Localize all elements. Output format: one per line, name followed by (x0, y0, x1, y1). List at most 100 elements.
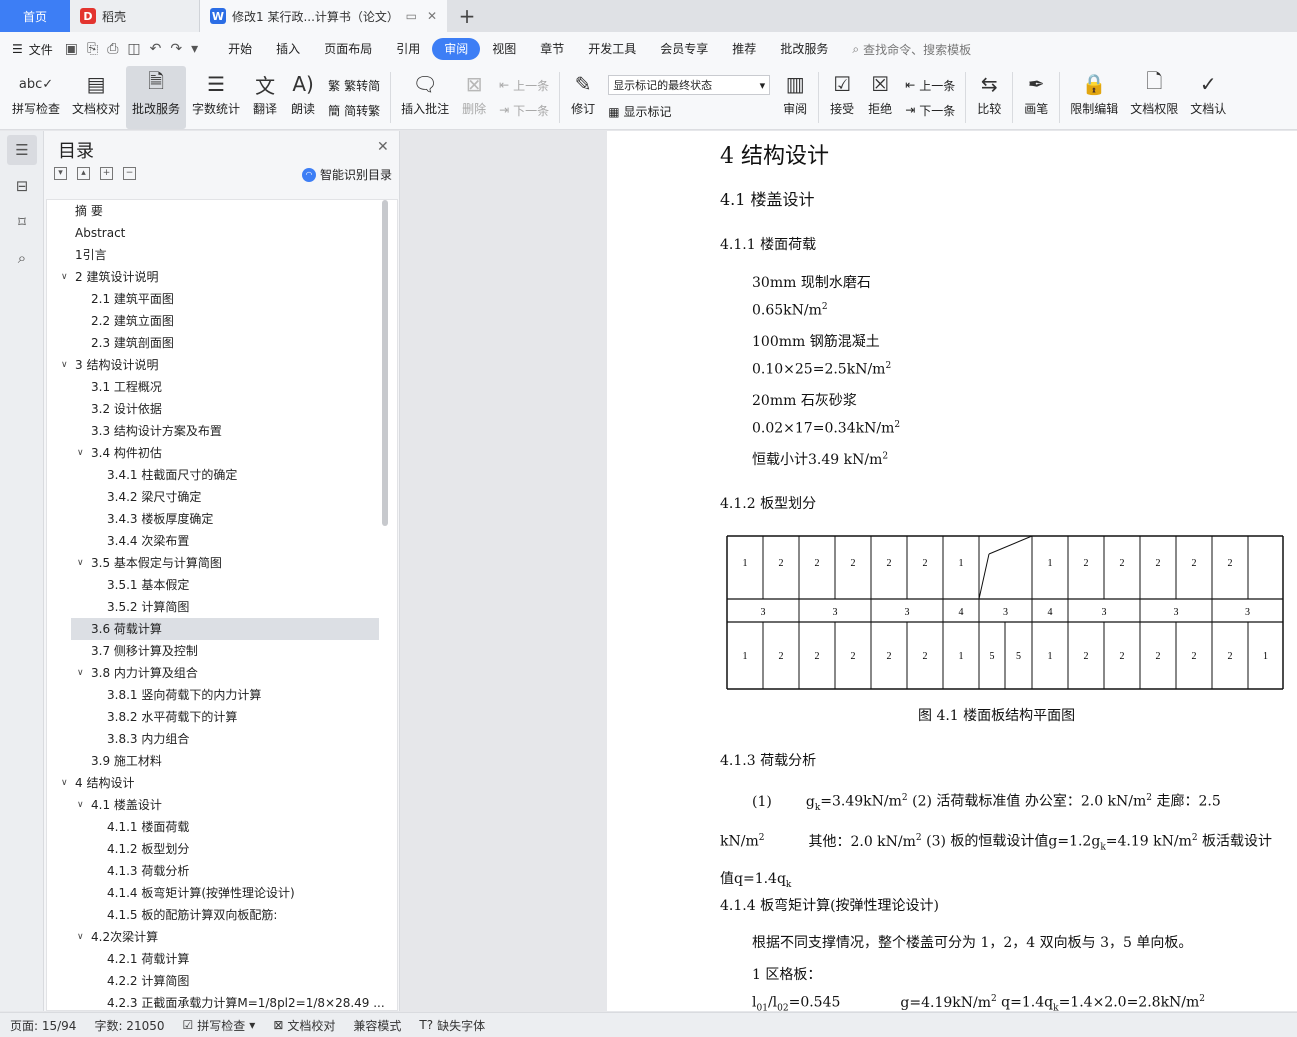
document-page[interactable]: 4 结构设计 4.1 楼盖设计 4.1.1 楼面荷载 30mm 现制水磨石 0.… (607, 131, 1297, 1011)
toc-item[interactable]: 摘 要 (47, 200, 397, 222)
review-pane-button[interactable]: ▥ 审阅 (776, 66, 814, 129)
compat-mode[interactable]: 兼容模式 (353, 1017, 401, 1034)
menu-insert[interactable]: 插入 (264, 38, 312, 60)
status-spell-check[interactable]: ☑ 拼写检查 ▾ (183, 1017, 256, 1034)
new-tab-button[interactable]: + (447, 0, 487, 32)
toc-item[interactable]: 3.7 侧移计算及控制 (47, 640, 397, 662)
trad-to-simp-button[interactable]: 繁繁转简 (328, 77, 380, 94)
menu-review[interactable]: 审阅 (432, 38, 481, 60)
toc-item[interactable]: 3.4.3 楼板厚度确定 (47, 508, 397, 530)
menu-chapter[interactable]: 章节 (528, 38, 576, 60)
menu-member[interactable]: 会员专享 (648, 38, 720, 60)
toc-item[interactable]: ∨ 4 结构设计 (47, 772, 397, 794)
toc-item[interactable]: 3.5.1 基本假定 (47, 574, 397, 596)
collapse-all-icon[interactable]: − (123, 167, 136, 180)
spell-check-button[interactable]: abc✓ 拼写检查 (6, 66, 66, 129)
next-comment-button[interactable]: ⇥ 下一条 (499, 102, 549, 119)
chapter-nav-icon[interactable]: ⊟ (7, 171, 37, 201)
chevron-down-icon[interactable]: ∨ (77, 926, 84, 948)
redo-icon[interactable]: ↷ (170, 41, 182, 57)
delete-comment-button[interactable]: ⊠ 删除 (455, 66, 493, 129)
toc-item[interactable]: 3.8.2 水平荷载下的计算 (47, 706, 397, 728)
menu-reference[interactable]: 引用 (384, 38, 432, 60)
menu-correct-service[interactable]: 批改服务 (768, 38, 840, 60)
toc-item[interactable]: 4.1.4 板弯矩计算(按弹性理论设计) (47, 882, 397, 904)
toc-item[interactable]: ∨ 3.4 构件初估 (47, 442, 397, 464)
markup-state-select[interactable]: 显示标记的最终状态 ▾ (608, 75, 771, 95)
toc-item[interactable]: ∨ 3 结构设计说明 (47, 354, 397, 376)
close-icon[interactable]: ✕ (377, 139, 389, 155)
tab-document[interactable]: W 修改1 某行政...计算书（论文） ▭ ✕ (200, 0, 447, 32)
toc-item[interactable]: 4.2.1 荷载计算 (47, 948, 397, 970)
show-markup-button[interactable]: ▦ 显示标记 (608, 103, 770, 120)
insert-comment-button[interactable]: 🗨 插入批注 (395, 66, 455, 129)
chevron-down-icon[interactable]: ∨ (77, 552, 84, 574)
toc-item[interactable]: 3.3 结构设计方案及布置 (47, 420, 397, 442)
correct-service-button[interactable]: 🗎 批改服务 (126, 66, 187, 129)
doc-permission-button[interactable]: 🗋 文档权限 (1124, 66, 1184, 129)
expand-down-icon[interactable]: ▾ (54, 167, 67, 180)
undo-icon[interactable]: ↶ (150, 41, 162, 57)
chevron-down-icon[interactable]: ∨ (77, 662, 84, 684)
translate-button[interactable]: 文翻译 (246, 66, 284, 129)
ai-toc-button[interactable]: ◠ 智能识别目录 (302, 166, 392, 183)
chevron-down-icon[interactable]: ∨ (61, 772, 68, 794)
toc-item[interactable]: 3.1 工程概况 (47, 376, 397, 398)
chevron-down-icon[interactable]: ∨ (61, 266, 68, 288)
toc-item[interactable]: 3.6 荷载计算 (71, 618, 379, 640)
toc-item[interactable]: ∨ 4.1 楼盖设计 (47, 794, 397, 816)
toc-item[interactable]: 3.8.3 内力组合 (47, 728, 397, 750)
read-aloud-button[interactable]: A) 朗读 (284, 66, 322, 129)
toc-panel-icon[interactable]: ☰ (7, 135, 37, 165)
menu-recommend[interactable]: 推荐 (720, 38, 768, 60)
compare-button[interactable]: ⇆ 比较 (970, 66, 1008, 129)
toc-item[interactable]: 3.9 施工材料 (47, 750, 397, 772)
page-indicator[interactable]: 页面: 15/94 (10, 1017, 76, 1034)
doc-check-button[interactable]: ▤ 文档校对 (66, 66, 126, 129)
toc-item[interactable]: 4.1.1 楼面荷载 (47, 816, 397, 838)
toc-item[interactable]: 3.8.1 竖向荷载下的内力计算 (47, 684, 397, 706)
toc-item[interactable]: 4.1.3 荷载分析 (47, 860, 397, 882)
tab-daoke[interactable]: D 稻壳 (70, 0, 200, 32)
word-count-button[interactable]: ☰ 字数统计 (186, 66, 246, 129)
word-count[interactable]: 字数: 21050 (94, 1017, 164, 1034)
tab-window-icon[interactable]: ▭ (406, 9, 417, 23)
toc-item[interactable]: 4.1.2 板型划分 (47, 838, 397, 860)
revise-button[interactable]: ✎ 修订 (564, 66, 602, 129)
chevron-down-icon[interactable]: ∨ (61, 354, 68, 376)
toc-item[interactable]: 3.5.2 计算简图 (47, 596, 397, 618)
close-tab-icon[interactable]: ✕ (427, 9, 437, 23)
menu-developer[interactable]: 开发工具 (576, 38, 648, 60)
print-preview-icon[interactable]: ◫ (127, 41, 140, 57)
file-menu[interactable]: ☰ 文件 (12, 41, 53, 58)
toc-item[interactable]: 2.2 建筑立面图 (47, 310, 397, 332)
simp-to-trad-button[interactable]: 簡简转繁 (328, 102, 380, 119)
chevron-down-icon[interactable]: ∨ (77, 442, 84, 464)
toc-item[interactable]: ∨ 2 建筑设计说明 (47, 266, 397, 288)
chevron-down-icon[interactable]: ∨ (77, 794, 84, 816)
toc-item[interactable]: ∨ 3.5 基本假定与计算简图 (47, 552, 397, 574)
toc-item[interactable]: 4.1.5 板的配筋计算双向板配筋: (47, 904, 397, 926)
collapse-up-icon[interactable]: ▴ (77, 167, 90, 180)
doc-auth-button[interactable]: ✓ 文档认 (1184, 66, 1232, 129)
tab-home[interactable]: 首页 (0, 0, 70, 32)
toc-item[interactable]: Abstract (47, 222, 397, 244)
next-revision-button[interactable]: ⇥ 下一条 (905, 102, 955, 119)
export-pdf-icon[interactable]: ⎘ (87, 41, 98, 57)
toc-item[interactable]: ∨ 3.8 内力计算及组合 (47, 662, 397, 684)
menu-view[interactable]: 视图 (480, 38, 528, 60)
status-doc-check[interactable]: ⊠ 文档校对 (273, 1017, 335, 1034)
prev-comment-button[interactable]: ⇤ 上一条 (499, 77, 549, 94)
reject-button[interactable]: ☒ 拒绝 (861, 66, 899, 129)
prev-revision-button[interactable]: ⇤ 上一条 (905, 77, 955, 94)
save-icon[interactable]: ▣ (65, 41, 78, 57)
toc-item[interactable]: 1引言 (47, 244, 397, 266)
accept-button[interactable]: ☑ 接受 (823, 66, 861, 129)
toc-item[interactable]: 4.2.2 计算简图 (47, 970, 397, 992)
restrict-edit-button[interactable]: 🔒 限制编辑 (1064, 66, 1124, 129)
print-icon[interactable]: ⎙ (107, 41, 118, 57)
search-icon[interactable]: ⌕ (7, 243, 37, 273)
pen-button[interactable]: ✒ 画笔 (1017, 66, 1055, 129)
expand-all-icon[interactable]: + (100, 167, 113, 180)
toc-item[interactable]: 3.4.4 次梁布置 (47, 530, 397, 552)
